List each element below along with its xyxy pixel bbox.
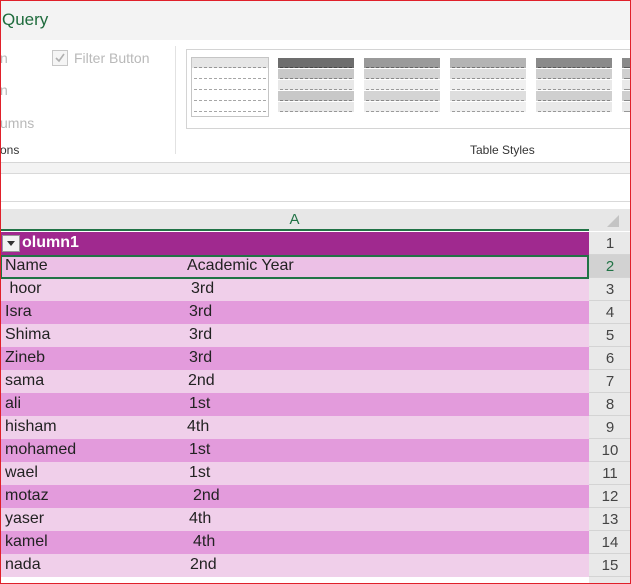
academic-year-cell[interactable]: 3rd [189,303,212,321]
table-style-options-group-label: ons [0,143,20,157]
table-row[interactable]: hisham 4th [0,416,589,439]
column-header-a[interactable]: A [0,209,589,231]
table-row[interactable]: kamel 4th [0,531,589,554]
ribbon-panel: n n umns Filter Button ons Table Styles [0,40,631,163]
filter-button-label: Filter Button [74,50,150,66]
name-cell[interactable]: sama [5,372,44,390]
name-cell[interactable]: motaz [5,487,49,505]
name-cell[interactable]: mohamed [5,441,76,459]
table-row[interactable]: motaz 2nd [0,485,589,508]
table-styles-group-label: Table Styles [470,143,535,157]
academic-year-cell[interactable]: 3rd [189,326,212,344]
academic-year-cell[interactable]: 4th [189,510,211,528]
table-row[interactable]: Zineb 3rd [0,347,589,370]
row-number[interactable]: 5 [589,324,631,347]
table-row[interactable]: Name Academic Year [0,255,589,278]
academic-year-cell[interactable]: 4th [193,533,215,551]
row-number[interactable]: 8 [589,393,631,416]
group-separator [175,46,176,154]
name-cell[interactable]: nada [5,556,41,574]
academic-year-cell[interactable]: 1st [189,441,210,459]
row-number[interactable]: 15 [589,554,631,577]
tab-query[interactable]: Query [2,10,48,30]
row-number[interactable]: 14 [589,531,631,554]
table-style-partial[interactable] [622,58,631,116]
academic-year-cell[interactable]: 2nd [190,556,217,574]
disabled-option: n [0,82,8,98]
row-number[interactable]: 4 [589,301,631,324]
row-number[interactable]: 10 [589,439,631,462]
filter-button-checkbox[interactable] [52,50,68,66]
name-cell[interactable]: hoor [5,280,41,298]
table-row[interactable]: ali 1st [0,393,589,416]
table-header-cell[interactable]: olumn1 [22,234,79,252]
table-row[interactable]: yaser 4th [0,508,589,531]
academic-year-cell[interactable]: 3rd [191,280,214,298]
row-number[interactable]: 11 [589,462,631,485]
table-style-medium[interactable] [364,58,440,116]
formula-bar[interactable] [0,173,631,202]
row-number[interactable]: 2 [589,255,631,278]
academic-year-cell[interactable]: 2nd [193,487,220,505]
table-styles-gallery [186,49,631,129]
row-number[interactable]: 7 [589,370,631,393]
table-row[interactable]: sama 2nd [0,370,589,393]
table-row[interactable]: Shima 3rd [0,324,589,347]
ribbon-tab-bar: Query [0,0,631,40]
academic-year-cell[interactable]: 3rd [189,349,212,367]
filter-dropdown-icon[interactable] [2,235,20,252]
table-row[interactable]: mohamed 1st [0,439,589,462]
table-row[interactable]: nada 2nd [0,554,589,577]
name-cell[interactable]: ali [5,395,21,413]
name-cell[interactable]: Isra [5,303,32,321]
table-row[interactable]: hoor 3rd [0,278,589,301]
row-number[interactable]: 9 [589,416,631,439]
academic-year-cell[interactable]: 4th [187,418,209,436]
corner-triangle-icon [607,215,619,227]
name-cell[interactable]: Zineb [5,349,45,367]
row-number[interactable]: 12 [589,485,631,508]
name-cell[interactable]: hisham [5,418,57,436]
academic-year-cell[interactable]: Academic Year [187,257,294,275]
academic-year-cell[interactable]: 1st [189,464,210,482]
select-all-corner[interactable] [589,209,631,231]
name-cell[interactable]: wael [5,464,38,482]
table-style-gray[interactable] [536,58,612,116]
academic-year-cell[interactable]: 1st [189,395,210,413]
row-number[interactable]: 6 [589,347,631,370]
table-style-none[interactable] [191,57,269,117]
checkmark-icon [55,53,65,63]
table-style-dark[interactable] [278,58,354,116]
academic-year-cell[interactable]: 2nd [188,372,215,390]
table-row[interactable]: Isra 3rd [0,301,589,324]
name-cell[interactable]: kamel [5,533,48,551]
table-style-light[interactable] [450,58,526,116]
disabled-option: n [0,50,8,66]
name-cell[interactable]: Name [5,257,48,275]
table-row[interactable]: wael 1st [0,462,589,485]
name-cell[interactable]: Shima [5,326,50,344]
row-headers: 1 2 3 4 5 6 7 8 9 10 11 12 13 14 15 [589,232,631,584]
table-header-row[interactable]: olumn1 [0,232,589,255]
row-number[interactable]: 1 [589,232,631,255]
row-number[interactable]: 3 [589,278,631,301]
row-number[interactable]: 13 [589,508,631,531]
disabled-option: umns [0,115,35,131]
name-cell[interactable]: yaser [5,510,44,528]
